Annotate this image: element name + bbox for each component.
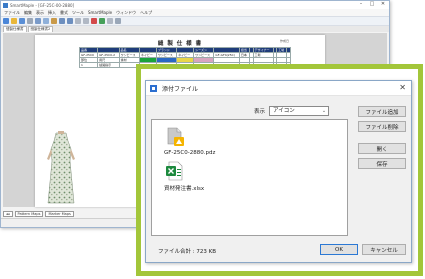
save-icon[interactable]	[19, 18, 25, 24]
document-tabs: 縫製仕様書 縫製仕様書2	[1, 26, 389, 32]
table-icon[interactable]	[83, 18, 89, 24]
tab-doc-2[interactable]: 縫製仕様書2	[27, 26, 54, 32]
menu-item[interactable]: 表示	[36, 10, 44, 16]
paste-icon[interactable]	[51, 18, 57, 24]
pdz-file-icon	[167, 127, 184, 146]
menu-item[interactable]: 編集	[24, 10, 32, 16]
excel-file-icon	[166, 161, 183, 181]
dialog-titlebar: 添付ファイル	[146, 81, 411, 96]
tab-pattern-maps[interactable]: Pattern Maps	[14, 211, 44, 217]
table-cell: 1	[78, 62, 99, 68]
cancel-button[interactable]: キャンセル	[362, 244, 406, 255]
app-logo-icon	[3, 2, 8, 8]
file-item-xlsx[interactable]: 資材発注書.xlsx	[164, 160, 204, 192]
close-window-icon[interactable]: ✕	[378, 1, 388, 8]
minimize-icon[interactable]: –	[356, 1, 366, 8]
close-icon[interactable]: ✕	[399, 83, 406, 92]
cut-icon[interactable]	[35, 18, 41, 24]
view-mode-select[interactable]: アイコン ⌄	[269, 106, 330, 116]
add-file-button[interactable]: ファイル追加	[358, 106, 406, 117]
help-icon[interactable]	[115, 18, 121, 24]
app-title: SmartMaple - [GF-25C-00-2880]	[10, 2, 75, 8]
table-cell: 縫製指示	[97, 62, 120, 68]
toolbar	[1, 16, 389, 26]
grid-icon[interactable]	[75, 18, 81, 24]
new-icon[interactable]	[3, 18, 9, 24]
chevron-down-icon: ⌄	[321, 108, 327, 114]
menu-item[interactable]: ヘルプ	[140, 10, 152, 16]
dialog-app-icon	[150, 84, 157, 92]
open-folder-icon[interactable]	[11, 18, 17, 24]
menu-item[interactable]: ウィンドウ	[116, 10, 136, 16]
menu-item[interactable]: ツール	[72, 10, 84, 16]
image-icon[interactable]	[99, 18, 105, 24]
dress-illustration	[47, 131, 75, 204]
ok-button[interactable]: OK	[320, 244, 358, 255]
file-item-pdz[interactable]: GF-25C0-2880.pdz	[164, 126, 215, 156]
window-controls: – □ ✕	[356, 1, 388, 8]
file-name: GF-25C0-2880.pdz	[164, 150, 216, 156]
redo-icon[interactable]	[67, 18, 73, 24]
app-titlebar: SmartMaple - [GF-25C-00-2880]	[1, 1, 389, 9]
undo-icon[interactable]	[59, 18, 65, 24]
view-label: 表示	[254, 109, 266, 115]
menu-item[interactable]: SmartMaple	[88, 10, 112, 15]
view-mode-value: アイコン	[273, 108, 295, 114]
menu-item[interactable]: ファイル	[4, 10, 20, 16]
shape-icon[interactable]	[91, 18, 97, 24]
file-list[interactable]: GF-25C0-2880.pdz 資材発注書.xlsx	[151, 119, 348, 236]
tab-doc-1[interactable]: 縫製仕様書	[3, 26, 27, 32]
view-mode-row: 表示 アイコン ⌄	[254, 106, 330, 116]
menu-item[interactable]: 挿入	[48, 10, 56, 16]
zoom-icon[interactable]	[107, 18, 113, 24]
delete-file-button[interactable]: ファイル削除	[358, 121, 406, 132]
menu-item[interactable]: 書式	[60, 10, 68, 16]
save-button[interactable]: 保存	[358, 158, 406, 169]
sheet-tabs: ◂◂ Pattern Maps Marker Maps	[3, 211, 74, 217]
table-row: GF-25C0 GF-25C0-2 ワンピース ネイビー ワンピース ネイビー …	[78, 52, 291, 58]
tab-marker-maps[interactable]: Marker Maps	[45, 211, 74, 217]
maximize-icon[interactable]: □	[367, 1, 377, 8]
sheet-meta: 作成日	[279, 39, 289, 43]
print-icon[interactable]	[27, 18, 33, 24]
copy-icon[interactable]	[43, 18, 49, 24]
menubar: ファイル 編集 表示 挿入 書式 ツール SmartMaple ウィンドウ ヘル…	[1, 9, 389, 16]
open-button[interactable]: 開く	[358, 143, 406, 154]
file-name: 資材発注書.xlsx	[164, 186, 205, 192]
dialog-title: 添付ファイル	[162, 85, 199, 93]
attachment-dialog: 添付ファイル ✕ 表示 アイコン ⌄ GF-25C0-2880.pdz 資材発注…	[145, 80, 412, 263]
total-file-size: ファイル合計 : 723 KB	[158, 249, 216, 255]
first-sheet-icon[interactable]: ◂◂	[3, 211, 13, 217]
